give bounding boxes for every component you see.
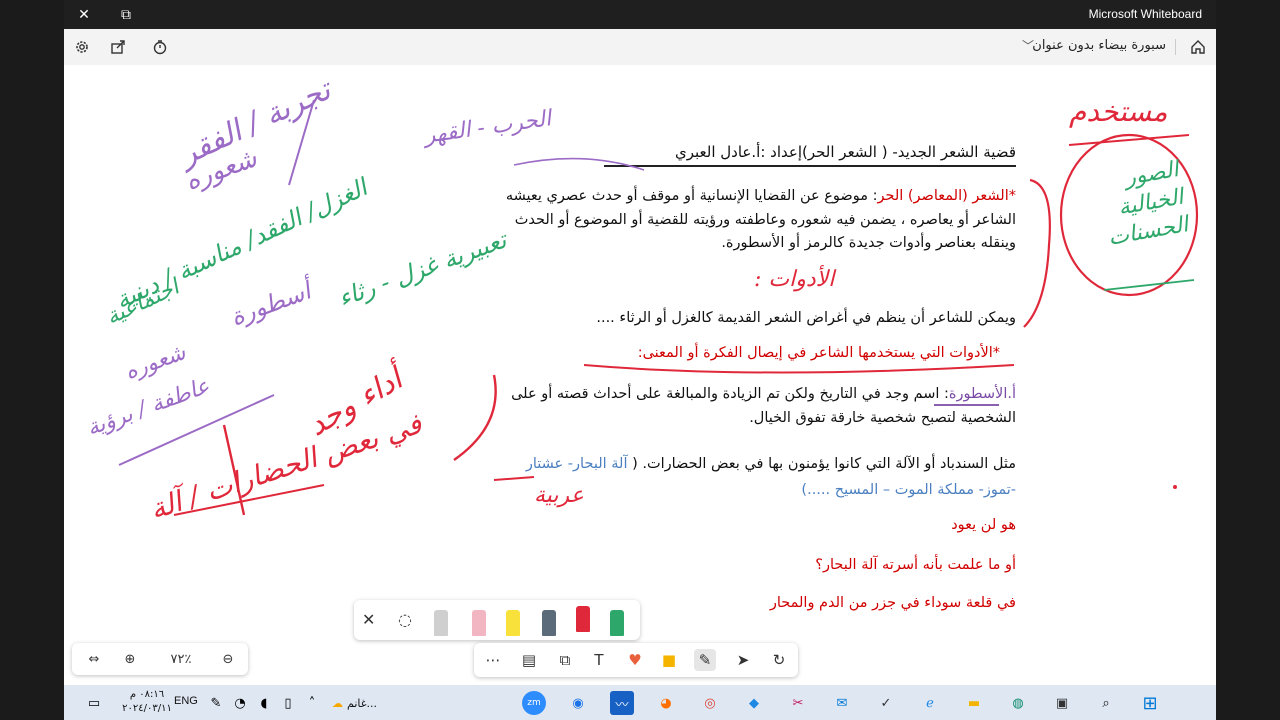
create-tray: ⋯ ▤ ⧉ T ♥ ■ ✎ ➤ ↻ (474, 643, 798, 677)
pen-green-tool[interactable] (610, 610, 624, 636)
lasso-icon[interactable]: ◌ (398, 610, 412, 629)
ink-underline-green (1103, 279, 1195, 291)
clock-date: ٢٠٢٤/٠٣/١١ (122, 703, 172, 714)
clock-time: ٠٨:١٦ م (129, 689, 165, 700)
pen-red-tool[interactable] (576, 606, 590, 632)
whiteboard-toolbar: سبورة بيضاء بدون عنوان ﹀ (64, 29, 1216, 66)
language-indicator[interactable]: ENG (174, 695, 198, 707)
mail-icon[interactable]: ✉ (830, 691, 854, 715)
gear-icon (76, 41, 88, 53)
restore-icon: ⧉ (121, 6, 131, 23)
reactions-icon[interactable]: ♥ (624, 649, 646, 671)
timer-icon (153, 40, 167, 55)
chevron-up-icon[interactable]: ˄ (300, 691, 324, 715)
ink-bracket (1023, 178, 1051, 328)
wifi-icon[interactable]: ◔ (228, 691, 252, 715)
file-explorer-icon[interactable]: ▬ (962, 691, 986, 715)
speaker-icon[interactable]: ◖ (252, 691, 276, 715)
close-icon[interactable]: ✕ (362, 610, 375, 629)
share-icon (111, 40, 125, 54)
sticky-note-icon[interactable]: ■ (658, 649, 680, 671)
shapes-icon[interactable]: ⧉ (554, 649, 576, 671)
zoom-in-icon[interactable]: ⊕ (120, 649, 140, 669)
close-icon: ✕ (78, 6, 90, 23)
windows-taskbar: ▭ ٠٨:١٦ م ٢٠٢٤/٠٣/١١ ENG ✎ ◔ ◖ ▯ ˄ ☁ غانم… (64, 685, 1216, 720)
timer-button[interactable] (150, 37, 170, 57)
toolbar-divider (1175, 39, 1176, 55)
app-title: Microsoft Whiteboard (1088, 7, 1202, 21)
kodi-icon[interactable]: ◆ (742, 691, 766, 715)
ruler-tool[interactable] (434, 610, 448, 636)
whiteboard-app-icon[interactable]: 〰 (610, 691, 634, 715)
ink-underline (1068, 134, 1190, 146)
ink-word-tools: الأدوات : (754, 267, 835, 292)
home-button[interactable] (1188, 37, 1208, 57)
search-icon[interactable]: ⌕ (1094, 691, 1118, 715)
highlighter-tool[interactable] (506, 610, 520, 636)
pen-dark-tool[interactable] (542, 610, 556, 636)
feedback-icon[interactable]: ✓ (874, 691, 898, 715)
task-view-icon[interactable]: ▣ (1050, 691, 1074, 715)
chevron-down-icon[interactable]: ﹀ (1022, 37, 1034, 54)
restore-button[interactable]: ⧉ (106, 0, 146, 29)
select-icon[interactable]: ➤ (732, 649, 754, 671)
redo-icon[interactable]: ↻ (768, 649, 790, 671)
zoom-out-icon[interactable]: ⊖ (218, 649, 238, 669)
weather-icon: ☁ (332, 696, 343, 710)
notification-icon[interactable]: ▭ (82, 691, 106, 715)
ink-dot (1173, 485, 1177, 489)
weather-widget[interactable]: ☁ غانم... (332, 691, 402, 715)
window-titlebar: ✕ ⧉ Microsoft Whiteboard (64, 0, 1216, 29)
share-button[interactable] (108, 37, 128, 57)
settings-button[interactable] (72, 37, 92, 57)
ink-arc (513, 157, 645, 171)
whiteboard-canvas[interactable]: قضية الشعر الجديد- ( الشعر الحر)إعداد :أ… (64, 65, 1216, 685)
start-icon[interactable]: ⊞ (1138, 691, 1162, 715)
ink-dash (493, 476, 535, 481)
text-icon[interactable]: T (588, 649, 610, 671)
fit-screen-icon[interactable]: ⇔ (84, 649, 104, 669)
pen-icon[interactable]: ✎ (204, 691, 228, 715)
chrome-icon[interactable]: ◎ (698, 691, 722, 715)
zoom-controls: ⇔ ⊕ ٧٢٪ ⊖ (72, 643, 248, 675)
globe-app-icon[interactable]: ◉ (566, 691, 590, 715)
board-name[interactable]: سبورة بيضاء بدون عنوان (1032, 38, 1166, 53)
pen-tray: ✕ ◌ (354, 600, 640, 640)
ink-paren (453, 374, 497, 461)
weather-label: غانم... (347, 696, 377, 710)
snipping-icon[interactable]: ✂ (786, 691, 810, 715)
ie-icon[interactable]: ℯ (918, 691, 942, 715)
ink-word-used: مستخدم (1069, 95, 1168, 128)
ink-word-arabic: عربية (534, 483, 584, 508)
eraser-tool[interactable] (472, 610, 486, 636)
close-button[interactable]: ✕ (64, 0, 104, 29)
zoom-level: ٧٢٪ (170, 651, 192, 667)
template-icon[interactable]: ▤ (518, 649, 540, 671)
edge-icon[interactable]: ◍ (1006, 691, 1030, 715)
battery-icon[interactable]: ▯ (276, 691, 300, 715)
zoom-app-icon[interactable]: zm (522, 691, 546, 715)
ink-underline-tools (583, 364, 1015, 374)
inking-icon[interactable]: ✎ (694, 649, 716, 671)
system-clock[interactable]: ٠٨:١٦ م ٢٠٢٤/٠٣/١١ (120, 688, 174, 716)
firefox-icon[interactable]: ◕ (654, 691, 678, 715)
home-icon (1191, 40, 1205, 54)
more-icon[interactable]: ⋯ (482, 649, 504, 671)
